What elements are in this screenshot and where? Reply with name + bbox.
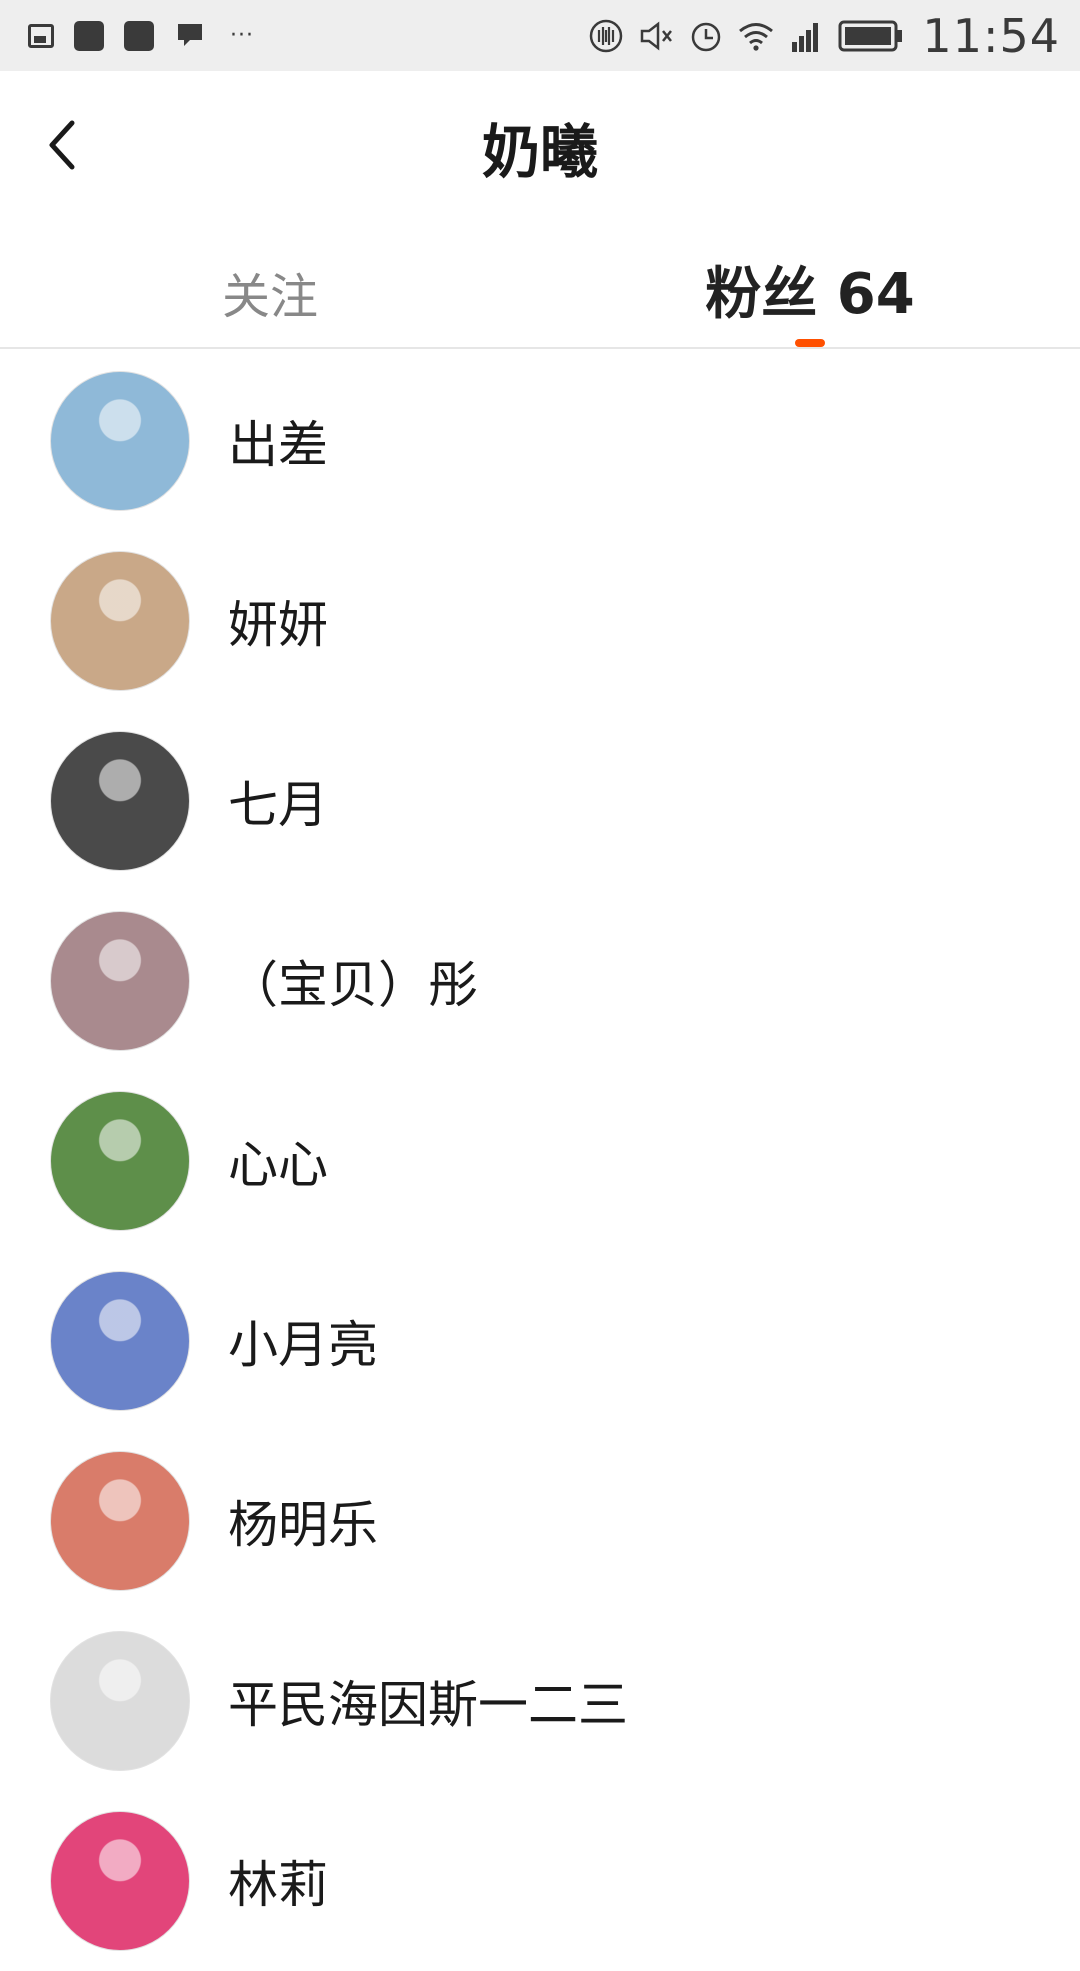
image-icon bbox=[28, 23, 54, 48]
fans-list: 出差妍妍七月 （宝贝）彤心心小月亮杨明乐平民海因斯一二三 林莉 bbox=[0, 351, 1080, 1971]
wifi-icon bbox=[739, 22, 774, 51]
fan-name: 林莉 bbox=[228, 1856, 328, 1914]
fan-name: 七月 bbox=[228, 776, 328, 834]
list-item[interactable]: 七月 bbox=[0, 711, 1080, 891]
fan-name: 心心 bbox=[228, 1136, 328, 1194]
avatar[interactable] bbox=[50, 911, 190, 1051]
tab-fans[interactable]: 粉丝 64 bbox=[540, 249, 1080, 329]
tab-following[interactable]: 关注 bbox=[0, 249, 540, 329]
app-icon bbox=[74, 20, 104, 51]
list-item[interactable]: 平民海因斯一二三 bbox=[0, 1611, 1080, 1791]
list-item[interactable]: 杨明乐 bbox=[0, 1431, 1080, 1611]
fan-name: 妍妍 bbox=[228, 596, 328, 654]
avatar[interactable] bbox=[50, 731, 190, 871]
list-item[interactable]: 出差 bbox=[0, 351, 1080, 531]
avatar[interactable] bbox=[50, 371, 190, 511]
status-bar: ··· 11:54 bbox=[0, 0, 1080, 71]
chat-icon bbox=[178, 23, 202, 46]
fan-name: 小月亮 bbox=[228, 1316, 378, 1374]
active-tab-indicator bbox=[795, 339, 825, 347]
avatar[interactable] bbox=[50, 1631, 190, 1771]
avatar[interactable] bbox=[50, 1271, 190, 1411]
fan-name: （宝贝）彤 bbox=[228, 956, 478, 1014]
fan-name: 杨明乐 bbox=[228, 1496, 378, 1554]
avatar[interactable] bbox=[50, 551, 190, 691]
avatar[interactable] bbox=[50, 1091, 190, 1231]
status-bar-notifications: ··· bbox=[28, 18, 274, 54]
list-item[interactable]: （宝贝）彤 bbox=[0, 891, 1080, 1071]
list-item[interactable]: 心心 bbox=[0, 1071, 1080, 1251]
list-item[interactable]: 妍妍 bbox=[0, 531, 1080, 711]
page-title: 奶曦 bbox=[481, 118, 598, 186]
battery-icon bbox=[838, 20, 903, 51]
alarm-icon bbox=[692, 22, 721, 51]
header: 奶曦 bbox=[0, 71, 1080, 219]
clock: 11:54 bbox=[922, 8, 1060, 63]
more-notifications: ··· bbox=[230, 23, 254, 48]
tab-bar: 关注 粉丝 64 bbox=[0, 219, 1080, 349]
vibrate-icon bbox=[590, 19, 623, 52]
avatar[interactable] bbox=[50, 1451, 190, 1591]
signal-icon bbox=[792, 22, 819, 52]
list-item[interactable]: 林莉 bbox=[0, 1791, 1080, 1971]
status-bar-system: 11:54 bbox=[574, 9, 1060, 63]
app-icon bbox=[124, 20, 154, 51]
mute-icon bbox=[641, 20, 673, 51]
avatar[interactable] bbox=[50, 1811, 190, 1951]
list-item[interactable]: 小月亮 bbox=[0, 1251, 1080, 1431]
fan-name: 出差 bbox=[228, 416, 328, 474]
fan-name: 平民海因斯一二三 bbox=[228, 1676, 628, 1734]
